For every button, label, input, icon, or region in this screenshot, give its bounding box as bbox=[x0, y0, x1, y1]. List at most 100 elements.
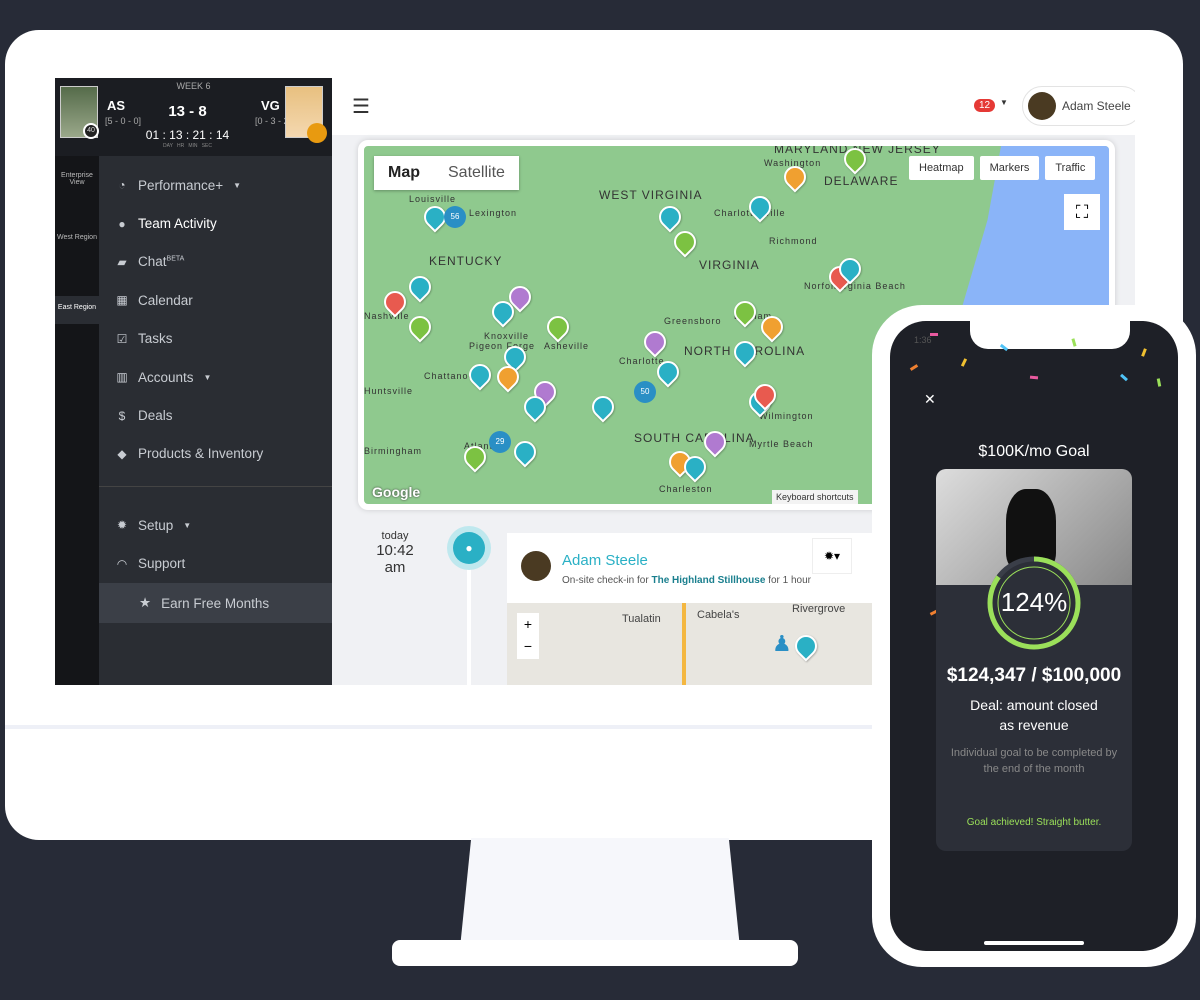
gear-dropdown-button[interactable]: ✹▾ bbox=[812, 538, 852, 574]
sidebar-item-chat[interactable]: ▰ ChatBETA bbox=[99, 243, 332, 281]
map-pin-icon[interactable] bbox=[729, 336, 761, 368]
goal-description: Individual goal to be completed by the e… bbox=[950, 747, 1118, 775]
user-name: Adam Steele bbox=[1062, 99, 1131, 113]
keyboard-shortcuts-link[interactable]: Keyboard shortcuts bbox=[772, 490, 858, 504]
activity-clock: 10:42 bbox=[376, 542, 414, 559]
countdown: 01 : 13 : 21 : 14 bbox=[145, 128, 230, 142]
sidebar-item-products[interactable]: ◆ Products & Inventory bbox=[99, 435, 332, 473]
map-pin-icon[interactable] bbox=[542, 311, 574, 343]
confetti-piece bbox=[960, 358, 968, 367]
sidebar-item-accounts[interactable]: ▥ Accounts ▼ bbox=[99, 358, 332, 396]
region-enterprise[interactable]: Enterprise View bbox=[55, 156, 99, 226]
sidebar-item-calendar[interactable]: ▦ Calendar bbox=[99, 281, 332, 319]
region-east[interactable]: East Region bbox=[55, 296, 99, 324]
activity-ampm: am bbox=[384, 559, 406, 576]
confetti-piece bbox=[909, 364, 919, 371]
map-pin-icon[interactable] bbox=[639, 326, 671, 358]
map-layer-buttons: Heatmap Markers Traffic bbox=[909, 156, 1096, 180]
goal-achieved-message: Goal achieved! Straight butter. bbox=[966, 817, 1102, 828]
map-label: Myrtle Beach bbox=[749, 439, 814, 449]
phone-clock: 1:36 bbox=[914, 335, 932, 345]
map-pin-icon[interactable] bbox=[464, 359, 496, 391]
chat-icon: ▰ bbox=[117, 254, 127, 269]
map-label: Wilmington bbox=[759, 411, 814, 421]
sidebar-item-tasks[interactable]: ☑ Tasks bbox=[99, 320, 332, 358]
zoom-out-button[interactable]: − bbox=[517, 635, 539, 657]
confetti-piece bbox=[1141, 348, 1147, 357]
avatar bbox=[521, 551, 551, 581]
map-label: Nashville bbox=[364, 311, 410, 321]
map-label: Asheville bbox=[544, 341, 590, 351]
satellite-tab[interactable]: Satellite bbox=[434, 156, 519, 190]
minimap-label: Rivergrove bbox=[792, 603, 846, 615]
map-pin-icon[interactable] bbox=[587, 391, 619, 423]
dashboard-icon: ◔ bbox=[118, 178, 126, 193]
gear-icon: ✹ bbox=[116, 518, 128, 533]
map-pin-icon[interactable] bbox=[509, 436, 541, 468]
map-pin-icon: ● bbox=[118, 216, 126, 231]
map-label: DELAWARE bbox=[824, 174, 899, 188]
flame-badge-icon bbox=[307, 123, 327, 143]
fullscreen-icon[interactable]: ⛶ bbox=[1064, 194, 1100, 230]
place-link[interactable]: The Highland Stillhouse bbox=[651, 575, 765, 586]
goal-card[interactable]: 124% $124,347 / $100,000 Deal: amount cl… bbox=[936, 469, 1132, 851]
sidebar-bottom-menu: ✹ Setup ▼ ◠ Support bbox=[99, 506, 332, 583]
user-menu[interactable]: Adam Steele bbox=[1022, 86, 1135, 126]
confetti-piece bbox=[1156, 378, 1162, 387]
map-label: Charlotte bbox=[619, 356, 665, 366]
sidebar-item-performance[interactable]: ◔ Performance+ ▼ bbox=[99, 166, 332, 204]
confetti-piece bbox=[1029, 375, 1039, 380]
hamburger-menu-icon[interactable]: ☰ bbox=[352, 94, 370, 119]
map-pin-icon[interactable] bbox=[669, 226, 701, 258]
sidebar-item-deals[interactable]: $ Deals bbox=[99, 396, 332, 434]
close-icon[interactable]: ✕ bbox=[924, 391, 936, 408]
map-label: Birmingham bbox=[364, 446, 423, 456]
region-switcher: Enterprise View West Region East Region bbox=[55, 156, 99, 685]
confetti-piece bbox=[930, 333, 938, 336]
map-label: Lexington bbox=[469, 208, 518, 218]
activity-user-name[interactable]: Adam Steele bbox=[562, 552, 648, 569]
activity-time: today 10:42 am bbox=[365, 530, 425, 576]
sidebar-menu: ◔ Performance+ ▼ ● Team Activity ▰ ChatBETA … bbox=[99, 166, 332, 473]
markers-button[interactable]: Markers bbox=[979, 156, 1040, 180]
right-team: VG bbox=[261, 98, 280, 113]
sidebar-item-support[interactable]: ◠ Support bbox=[99, 544, 332, 582]
map-pin-icon[interactable] bbox=[729, 296, 761, 328]
marker-cluster[interactable]: 29 bbox=[489, 431, 511, 453]
goal-amount: $124,347 / $100,000 bbox=[946, 665, 1122, 686]
zoom-controls: + − bbox=[517, 613, 539, 659]
support-icon: ◠ bbox=[116, 556, 128, 571]
minimap-label: Tualatin bbox=[622, 613, 661, 625]
caret-down-icon[interactable]: ▼ bbox=[1000, 98, 1008, 107]
phone-screen: 1:36 ✕ $100K/mo Goal 124% $124,347 / $10… bbox=[890, 321, 1178, 951]
activity-description: On-site check-in for The Highland Stillh… bbox=[562, 575, 811, 586]
map-pin-icon[interactable] bbox=[404, 271, 436, 303]
star-icon: ★ bbox=[139, 595, 152, 610]
notification-badge[interactable]: 12 bbox=[974, 99, 996, 112]
beta-badge: BETA bbox=[166, 255, 185, 263]
marker-cluster[interactable]: 50 bbox=[634, 381, 656, 403]
goal-title: $100K/mo Goal bbox=[978, 443, 1090, 460]
map-tab[interactable]: Map bbox=[374, 156, 434, 190]
sidebar: 40 AS [5 - 0 - 0] WEEK 6 13 - 8 01 : 13 … bbox=[55, 78, 332, 685]
map-pin-icon[interactable] bbox=[790, 630, 822, 662]
earn-free-months-button[interactable]: ★ Earn Free Months bbox=[99, 583, 332, 623]
caret-down-icon: ▼ bbox=[233, 180, 242, 190]
sidebar-item-setup[interactable]: ✹ Setup ▼ bbox=[99, 506, 332, 544]
confetti-piece bbox=[1120, 373, 1128, 382]
mini-map[interactable]: + − Tualatin Cabela's Rivergrove ♟ bbox=[507, 603, 877, 685]
checkbox-icon: ☑ bbox=[116, 331, 128, 346]
sidebar-divider bbox=[99, 486, 332, 487]
countdown-units: DAY HR MIN SEC bbox=[163, 143, 212, 149]
region-west[interactable]: West Region bbox=[55, 226, 99, 296]
person-icon: ♟ bbox=[772, 631, 792, 656]
map-label: KENTUCKY bbox=[429, 254, 503, 268]
map-pin-icon: ● bbox=[453, 532, 485, 564]
home-indicator[interactable] bbox=[984, 941, 1084, 945]
heatmap-button[interactable]: Heatmap bbox=[909, 156, 974, 180]
traffic-button[interactable]: Traffic bbox=[1045, 156, 1096, 180]
zoom-in-button[interactable]: + bbox=[517, 613, 539, 635]
marker-cluster[interactable]: 56 bbox=[444, 206, 466, 228]
sidebar-item-team-activity[interactable]: ● Team Activity bbox=[99, 204, 332, 242]
map-pin-icon[interactable] bbox=[654, 201, 686, 233]
